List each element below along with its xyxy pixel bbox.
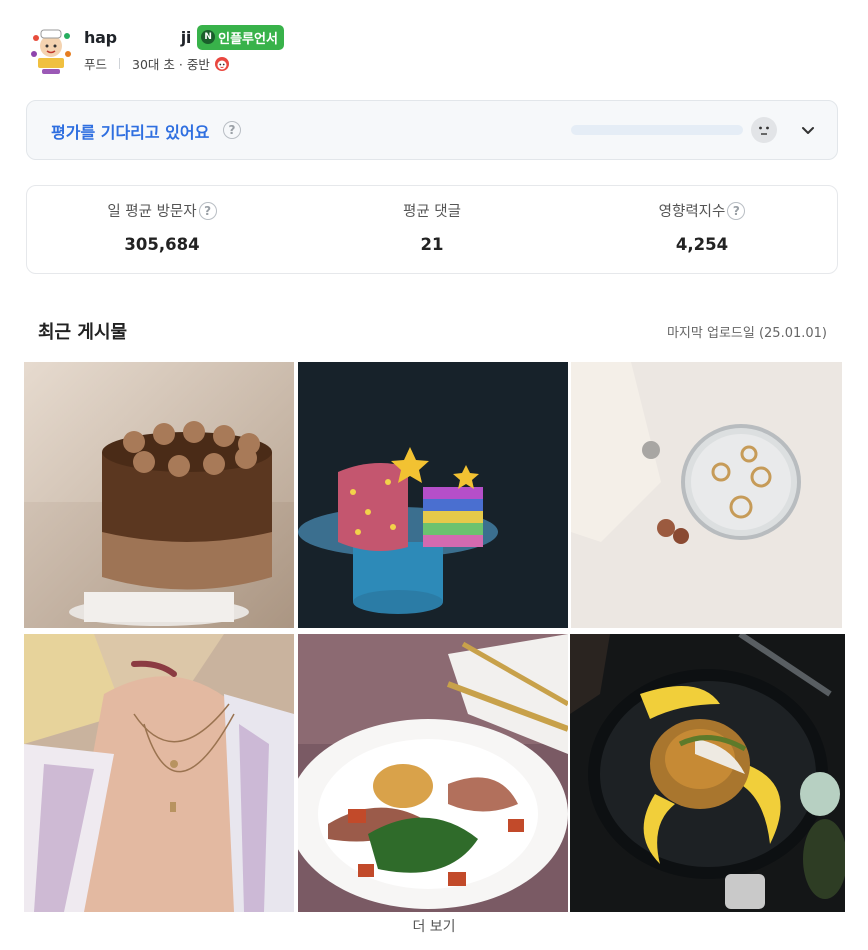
avatar[interactable] (28, 24, 74, 76)
post-thumbnail-jewelry-plate[interactable] (571, 362, 842, 628)
post-thumbnail-necklace[interactable] (24, 634, 294, 912)
stat-value: 4,254 (675, 235, 729, 254)
meta-divider (119, 58, 121, 69)
stat-value: 21 (420, 235, 444, 254)
post-thumbnail-rainbow-cake[interactable] (298, 362, 568, 628)
recent-posts-title: 최근 게시물 (38, 322, 128, 343)
neutral-face-icon (751, 117, 777, 143)
help-icon[interactable]: ? (223, 121, 241, 139)
post-thumbnail-steak-dish[interactable] (298, 634, 568, 912)
stat-value: 305,684 (124, 235, 200, 254)
see-more-button[interactable]: 더 보기 (0, 916, 868, 936)
category-label: 푸드 (84, 57, 108, 72)
stat-label: 일 평균 방문자 (107, 204, 197, 220)
stats-panel: 일 평균 방문자 ? 305,684 평균 댓글 21 영향력지수 ? 4,25… (26, 185, 838, 274)
last-upload-date: 마지막 업로드일 (25.01.01) (666, 326, 827, 341)
stat-daily-visitors: 일 평균 방문자 ? 305,684 (27, 186, 297, 273)
evaluation-panel[interactable]: 평가를 기다리고 있어요 ? (26, 100, 838, 160)
stat-avg-comments: 평균 댓글 21 (297, 186, 567, 273)
chevron-down-icon[interactable] (799, 121, 817, 139)
profile-name-start: hap (84, 27, 117, 47)
stat-influence-index: 영향력지수 ? 4,254 (567, 186, 837, 273)
woman-face-icon (214, 56, 230, 72)
profile-header: hap ji N 인플루언서 푸드 30대 초 · 중반 (28, 24, 284, 76)
badge-label: 인플루언서 (218, 31, 278, 47)
post-thumbnail-gourmet-dish[interactable] (570, 634, 845, 912)
naver-n-icon: N (201, 30, 216, 44)
help-icon[interactable]: ? (198, 201, 217, 220)
stat-label: 평균 댓글 (403, 204, 461, 220)
profile-name-end: ji (180, 27, 192, 47)
help-icon[interactable]: ? (727, 201, 746, 220)
evaluation-progress-bar (571, 125, 743, 135)
age-label: 30대 초 · 중반 (132, 57, 210, 72)
influencer-badge: N 인플루언서 (197, 24, 284, 50)
evaluation-title: 평가를 기다리고 있어요 (51, 123, 210, 142)
stat-label: 영향력지수 (658, 204, 726, 220)
post-thumbnail-chocolate-cake[interactable] (24, 362, 294, 628)
